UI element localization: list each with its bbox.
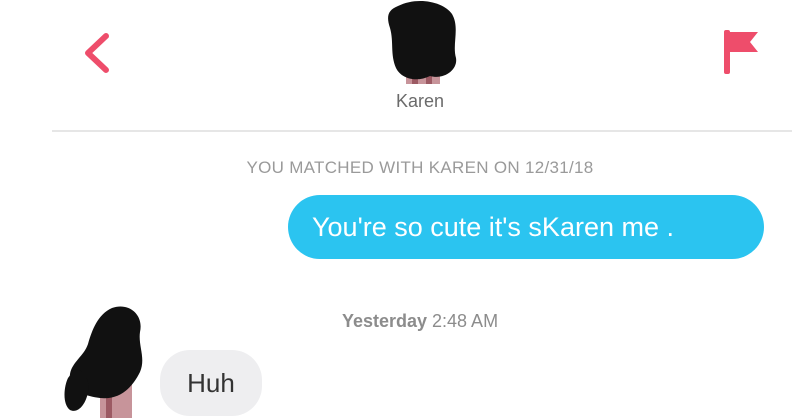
match-name[interactable]: Karen — [300, 91, 540, 112]
back-button[interactable] — [76, 28, 120, 78]
flag-icon — [724, 30, 758, 74]
timestamp-day: Yesterday — [341, 311, 427, 331]
message-timestamp: Yesterday 2:48 AM — [200, 311, 640, 332]
timestamp-time: 2:48 AM — [432, 311, 499, 331]
report-button[interactable] — [718, 26, 764, 78]
sent-message-bubble[interactable]: You're so cute it's sKaren me . — [288, 195, 764, 259]
match-banner: YOU MATCHED WITH KAREN ON 12/31/18 — [246, 158, 594, 177]
header-divider — [52, 130, 792, 132]
chat-header: Karen — [0, 0, 800, 130]
chat-screen: Karen YOU MATCHED WITH KAREN ON 12/31/18… — [0, 0, 800, 420]
match-avatar[interactable] — [368, 0, 468, 88]
chevron-left-icon — [85, 33, 109, 73]
received-message-bubble[interactable]: Huh — [160, 350, 262, 416]
sender-avatar[interactable] — [60, 300, 156, 420]
